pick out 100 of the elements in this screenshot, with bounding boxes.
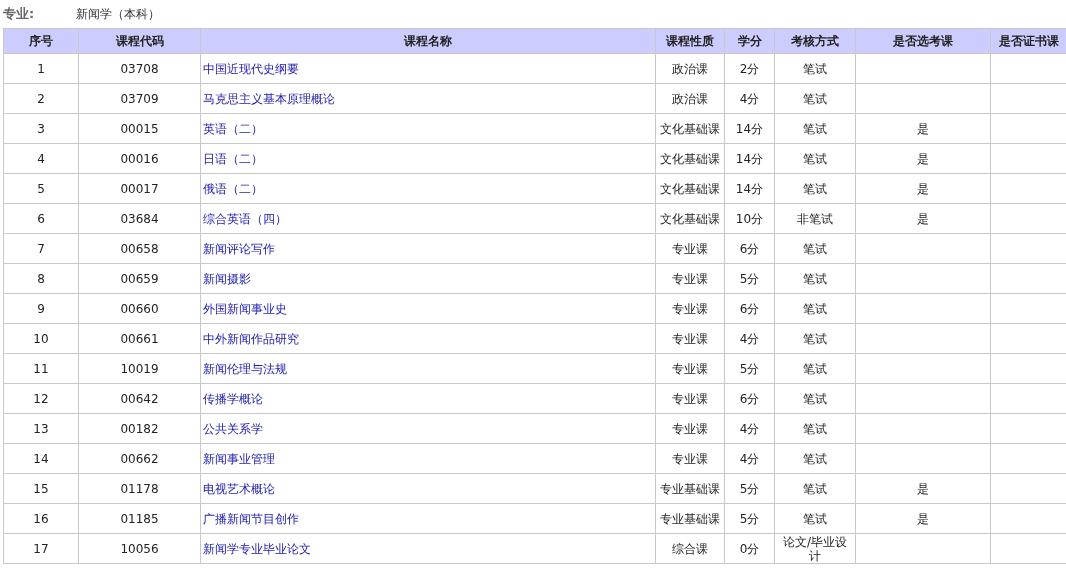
table-cell: 笔试	[803, 181, 827, 196]
table-cell: 00659	[120, 271, 159, 286]
table-cell: 2分	[739, 61, 760, 76]
table-cell: 笔试	[803, 481, 827, 496]
table-cell: 00658	[120, 241, 159, 256]
table-cell: 笔试	[803, 421, 827, 436]
table-cell: 文化基础课	[660, 181, 720, 196]
course-link[interactable]: 中外新闻作品研究	[203, 331, 299, 346]
course-link[interactable]: 日语（二）	[203, 151, 263, 166]
table-cell: 00016	[120, 151, 159, 166]
table-cell: 01178	[120, 481, 159, 496]
table-cell: 笔试	[803, 511, 827, 526]
table-cell: 3	[37, 121, 45, 136]
table-cell: 10分	[735, 211, 764, 226]
column-header: 学分	[724, 28, 775, 54]
table-cell: 00642	[120, 391, 159, 406]
table-cell: 文化基础课	[660, 211, 720, 226]
table-cell: 10056	[120, 541, 159, 556]
table-cell: 03709	[120, 91, 159, 106]
course-link[interactable]: 传播学概论	[203, 391, 263, 406]
table-cell: 是	[917, 121, 929, 136]
course-link[interactable]: 马克思主义基本原理概论	[203, 91, 335, 106]
table-cell: 4分	[739, 91, 760, 106]
table-cell: 10	[33, 331, 49, 346]
table-cell: 14分	[735, 151, 764, 166]
table-cell: 00660	[120, 301, 159, 316]
course-link[interactable]: 新闻摄影	[203, 271, 251, 286]
table-cell: 4分	[739, 451, 760, 466]
table-cell: 笔试	[803, 391, 827, 406]
table-cell: 笔试	[803, 91, 827, 106]
table-cell: 12	[33, 391, 49, 406]
course-link[interactable]: 外国新闻事业史	[203, 301, 287, 316]
column-header: 序号	[3, 28, 79, 54]
table-cell: 专业课	[672, 301, 708, 316]
course-link[interactable]: 新闻事业管理	[203, 451, 275, 466]
course-link[interactable]: 电视艺术概论	[203, 481, 275, 496]
course-link[interactable]: 广播新闻节目创作	[203, 511, 299, 526]
course-link[interactable]: 新闻伦理与法规	[203, 361, 287, 376]
table-cell: 6分	[739, 301, 760, 316]
table-cell: 专业课	[672, 451, 708, 466]
table-cell: 01185	[120, 511, 159, 526]
table-cell: 14分	[735, 181, 764, 196]
table-cell: 00182	[120, 421, 159, 436]
table-cell: 4分	[739, 331, 760, 346]
table-cell: 是	[917, 151, 929, 166]
table-cell: 文化基础课	[660, 151, 720, 166]
table-cell: 是	[917, 211, 929, 226]
table-cell: 2	[37, 91, 45, 106]
column-header: 课程名称	[200, 28, 656, 54]
table-cell: 专业课	[672, 271, 708, 286]
table-cell: 专业课	[672, 421, 708, 436]
table-cell: 笔试	[803, 271, 827, 286]
table-cell: 专业基础课	[660, 481, 720, 496]
table-cell: 笔试	[803, 241, 827, 256]
table-cell: 非笔试	[797, 211, 833, 226]
table-cell: 专业课	[672, 331, 708, 346]
course-link[interactable]: 新闻学专业毕业论文	[203, 541, 311, 556]
table-cell: 6分	[739, 391, 760, 406]
table-cell: 笔试	[803, 151, 827, 166]
table-cell: 4分	[739, 421, 760, 436]
table-cell: 15	[33, 481, 49, 496]
table-cell: 论文/毕业设计	[782, 534, 847, 563]
table-cell: 9	[37, 301, 45, 316]
table-cell: 笔试	[803, 331, 827, 346]
course-link[interactable]: 公共关系学	[203, 421, 263, 436]
table-cell: 5	[37, 181, 45, 196]
course-link[interactable]: 俄语（二）	[203, 181, 263, 196]
table-cell: 专业基础课	[660, 511, 720, 526]
table-cell: 笔试	[803, 361, 827, 376]
table-cell: 16	[33, 511, 49, 526]
table-cell: 专业课	[672, 391, 708, 406]
table-cell: 是	[917, 511, 929, 526]
column-header: 课程性质	[655, 28, 725, 54]
table-cell: 00662	[120, 451, 159, 466]
table-cell: 4	[37, 151, 45, 166]
table-cell: 0分	[739, 541, 760, 556]
table-cell: 5分	[739, 361, 760, 376]
table-cell: 00661	[120, 331, 159, 346]
table-cell: 政治课	[672, 91, 708, 106]
table-cell: 11	[33, 361, 49, 376]
table-cell: 03684	[120, 211, 159, 226]
major-label: 专业:	[3, 5, 36, 23]
table-cell: 00017	[120, 181, 159, 196]
course-link[interactable]: 中国近现代史纲要	[203, 61, 299, 76]
table-cell: 专业课	[672, 361, 708, 376]
table-cell: 6分	[739, 241, 760, 256]
table-cell: 专业课	[672, 241, 708, 256]
table-cell: 13	[33, 421, 49, 436]
table-cell: 1	[37, 61, 45, 76]
table-cell: 笔试	[803, 61, 827, 76]
table-cell: 17	[33, 541, 49, 556]
column-header: 考核方式	[774, 28, 856, 54]
table-cell: 10019	[120, 361, 159, 376]
table-cell: 03708	[120, 61, 159, 76]
course-link[interactable]: 新闻评论写作	[203, 241, 275, 256]
course-link[interactable]: 综合英语（四）	[203, 211, 287, 226]
table-cell: 8	[37, 271, 45, 286]
course-link[interactable]: 英语（二）	[203, 121, 263, 136]
major-value: 新闻学（本科）	[76, 5, 160, 23]
column-header: 是否证书课	[990, 28, 1066, 54]
